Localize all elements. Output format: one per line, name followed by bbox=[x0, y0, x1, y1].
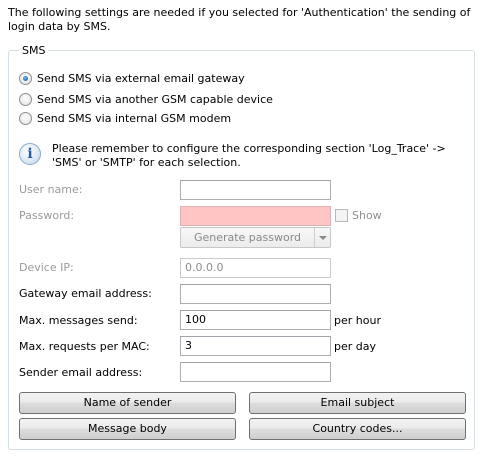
user-name-label: User name: bbox=[19, 183, 83, 196]
sms-settings-panel: The following settings are needed if you… bbox=[0, 0, 483, 457]
chevron-down-icon[interactable] bbox=[314, 228, 330, 247]
max-requests-input[interactable]: 3 bbox=[180, 336, 331, 356]
sender-email-label: Sender email address: bbox=[19, 366, 143, 379]
device-ip-input[interactable]: 0.0.0.0 bbox=[180, 258, 331, 278]
show-password-checkbox[interactable]: Show bbox=[335, 209, 382, 222]
show-password-label: Show bbox=[352, 209, 382, 222]
info-text: Please remember to configure the corresp… bbox=[52, 142, 446, 169]
max-messages-label: Max. messages send: bbox=[19, 314, 138, 327]
radio-button[interactable] bbox=[19, 111, 32, 125]
sms-group: SMS Send SMS via external email gateway … bbox=[8, 44, 475, 450]
radio-button[interactable] bbox=[19, 92, 32, 106]
radio-button[interactable] bbox=[19, 71, 32, 85]
max-messages-input[interactable]: 100 bbox=[180, 310, 331, 330]
gateway-email-input[interactable] bbox=[180, 284, 331, 304]
message-body-button[interactable]: Message body bbox=[19, 418, 236, 440]
email-subject-button[interactable]: Email subject bbox=[249, 392, 466, 414]
sender-email-input[interactable] bbox=[180, 362, 331, 382]
radio-label: Send SMS via internal GSM modem bbox=[37, 111, 232, 125]
generate-password-button[interactable]: Generate password bbox=[180, 227, 331, 248]
radio-gsm-modem[interactable]: Send SMS via internal GSM modem bbox=[19, 110, 231, 126]
password-input[interactable] bbox=[180, 206, 331, 226]
group-title: SMS bbox=[19, 44, 49, 58]
checkbox-box[interactable] bbox=[335, 209, 348, 222]
info-icon: i bbox=[19, 143, 41, 165]
radio-label: Send SMS via another GSM capable device bbox=[37, 92, 273, 106]
device-ip-label: Device IP: bbox=[19, 261, 74, 274]
radio-label: Send SMS via external email gateway bbox=[37, 71, 245, 85]
name-of-sender-button[interactable]: Name of sender bbox=[19, 392, 236, 414]
max-messages-unit: per hour bbox=[334, 314, 381, 327]
generate-password-label[interactable]: Generate password bbox=[181, 228, 314, 247]
max-requests-label: Max. requests per MAC: bbox=[19, 340, 150, 353]
password-label: Password: bbox=[19, 209, 75, 222]
country-codes-button[interactable]: Country codes... bbox=[249, 418, 466, 440]
max-requests-unit: per day bbox=[334, 340, 377, 353]
gateway-email-label: Gateway email address: bbox=[19, 287, 152, 300]
user-name-input[interactable] bbox=[180, 180, 331, 200]
radio-email-gateway[interactable]: Send SMS via external email gateway bbox=[19, 70, 245, 86]
intro-text: The following settings are needed if you… bbox=[8, 6, 471, 33]
radio-gsm-device[interactable]: Send SMS via another GSM capable device bbox=[19, 91, 273, 107]
